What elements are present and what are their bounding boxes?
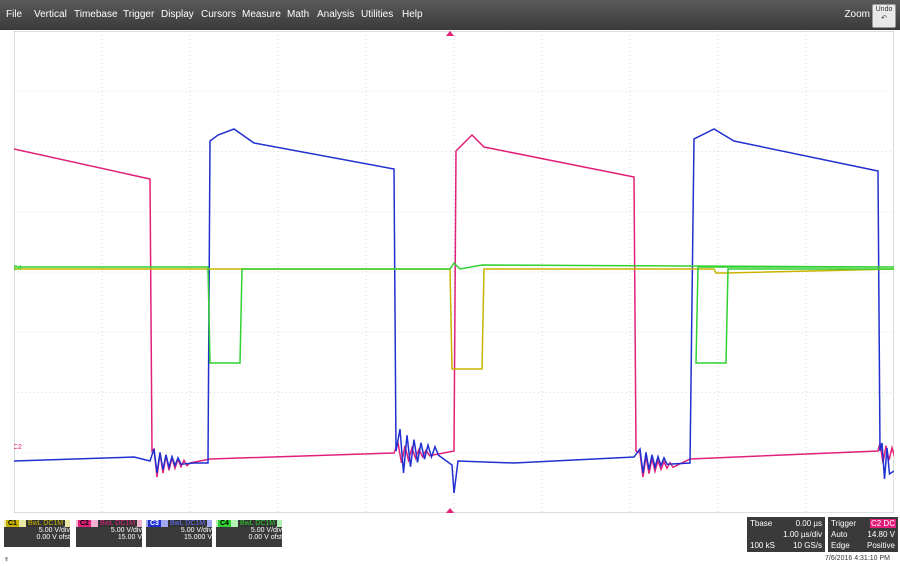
menu-timebase[interactable]: Timebase (74, 9, 118, 20)
c3-scale: 5.00 V/div (180, 527, 212, 534)
timebase-per-div: 1.00 µs/div (783, 530, 822, 539)
menu-cursors[interactable]: Cursors (201, 9, 236, 20)
menu-bar: File Vertical Timebase Trigger Display C… (0, 0, 900, 30)
c4-ground-marker: C4 (14, 265, 22, 272)
trigger-type: Edge (831, 541, 850, 550)
menu-analysis[interactable]: Analysis (317, 9, 354, 20)
channel-c2-descriptor[interactable]: C2 BwL DC1M 5.00 V/div 15.00 V (76, 520, 142, 547)
trigger-label: Trigger (831, 519, 857, 528)
menu-measure[interactable]: Measure (242, 9, 281, 20)
c1-offset: 0.00 V ofst (36, 534, 70, 541)
c2-offset: 15.00 V (117, 534, 142, 541)
c4-offset: 0.00 V ofst (248, 534, 282, 541)
timestamp: 7/6/2016 4:31:10 PM (825, 555, 890, 562)
menu-vertical[interactable]: Vertical (34, 9, 67, 20)
trigger-source: C2 DC (869, 519, 896, 528)
c2-values: 5.00 V/div 15.00 V (76, 527, 142, 541)
timebase-label: Tbase (750, 519, 773, 528)
timebase-samples: 100 kS (750, 541, 775, 550)
timebase-descriptor[interactable]: Tbase 0.00 µs 1.00 µs/div 100 kS 10 GS/s (747, 517, 825, 552)
menu-math[interactable]: Math (287, 9, 309, 20)
c1-values: 5.00 V/div 0.00 V ofst (4, 527, 70, 541)
trigger-descriptor[interactable]: Trigger C2 DC Auto 14.80 V Edge Positive (828, 517, 898, 552)
c3-coupling: BwL DC1M (168, 520, 208, 527)
c4-values: 5.00 V/div 0.00 V ofst (216, 527, 282, 541)
undo-label: Undo (875, 6, 893, 13)
c4-coupling: BwL DC1M (238, 520, 278, 527)
zoom-button[interactable]: Zoom (844, 9, 870, 20)
menu-trigger[interactable]: Trigger (123, 9, 154, 20)
c4-scale: 5.00 V/div (250, 527, 282, 534)
c4-number: C4 (218, 520, 231, 527)
c3-offset: 15.000 V (183, 534, 212, 541)
channel-c3-descriptor[interactable]: C3 BwL DC1M 5.00 V/div 15.000 V (146, 520, 212, 547)
c1-coupling: BwL DC1M (26, 520, 66, 527)
lecroy-logo-icon: ♆ (3, 554, 10, 564)
trigger-slope: Positive (866, 541, 895, 550)
c1-scale: 5.00 V/div (38, 527, 70, 534)
c2-coupling: BwL DC1M (98, 520, 138, 527)
c2-number: C2 (78, 520, 91, 527)
c2-ground-marker: C2 (14, 444, 22, 451)
c3-values: 5.00 V/div 15.000 V (146, 527, 212, 541)
channel-c4-descriptor[interactable]: C4 BwL DC1M 5.00 V/div 0.00 V ofst (216, 520, 282, 547)
undo-icon: ↶ (881, 15, 887, 22)
timebase-rate: 10 GS/s (793, 541, 822, 550)
menu-help[interactable]: Help (402, 9, 423, 20)
channel-c1-descriptor[interactable]: C1 BwL DC1M 5.00 V/div 0.00 V ofst (4, 520, 70, 547)
menu-utilities[interactable]: Utilities (361, 9, 393, 20)
c3-number: C3 (148, 520, 161, 527)
undo-button[interactable]: Undo ↶ (872, 4, 896, 28)
trigger-level: 14.80 V (867, 530, 895, 539)
c1-number: C1 (6, 520, 19, 527)
menu-display[interactable]: Display (161, 9, 194, 20)
menu-file[interactable]: File (6, 9, 22, 20)
waveform-display[interactable]: C4 C2 (14, 31, 894, 513)
trigger-mode: Auto (831, 530, 848, 539)
c2-scale: 5.00 V/div (110, 527, 142, 534)
timebase-delay: 0.00 µs (795, 519, 822, 528)
